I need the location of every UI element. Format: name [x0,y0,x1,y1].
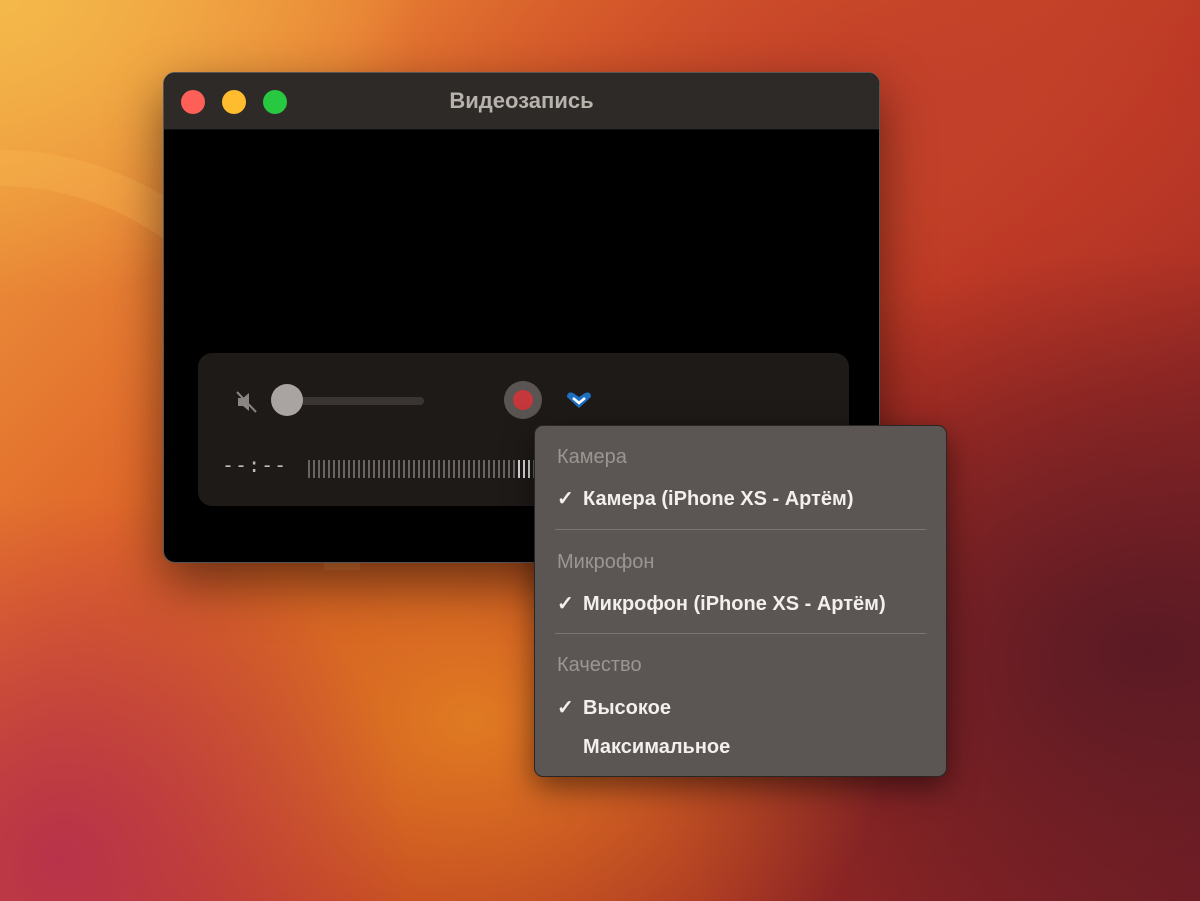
meter-bar [343,460,345,478]
meter-bar [318,460,320,478]
meter-bar [513,460,515,478]
meter-bar [308,460,310,478]
menu-item-label: Высокое [583,697,671,719]
checkmark-icon: ✓ [557,697,574,719]
menu-item-label: Максимальное [583,736,731,758]
menu-header-quality: Качество [557,654,642,676]
menu-item-quality-max[interactable]: Максимальное [557,736,730,759]
meter-bar [418,460,420,478]
menu-item-camera-iphone[interactable]: ✓ Камера (iPhone XS - Артём) [557,486,854,511]
options-menu: Камера ✓ Камера (iPhone XS - Артём) Микро… [534,425,947,777]
meter-bar [433,460,435,478]
meter-bar [348,460,350,478]
meter-bar [328,460,330,478]
meter-bar [493,460,495,478]
title-bar[interactable]: Видеозапись [164,73,879,130]
volume-slider-knob[interactable] [271,384,303,416]
meter-bar [403,460,405,478]
menu-item-label: Микрофон (iPhone XS - Артём) [583,593,886,615]
meter-bar [438,460,440,478]
meter-bar [323,460,325,478]
meter-bar [398,460,400,478]
meter-bar [423,460,425,478]
meter-bar [363,460,365,478]
speaker-muted-icon[interactable] [234,389,260,415]
checkmark-icon: ✓ [557,488,574,510]
time-display: --:-- [222,453,288,477]
meter-bar [518,460,520,478]
menu-item-microphone-iphone[interactable]: ✓ Микрофон (iPhone XS - Артём) [557,591,886,616]
menu-separator [555,633,926,634]
menu-header-microphone: Микрофон [557,551,655,573]
meter-bar [393,460,395,478]
volume-slider-track[interactable] [284,397,424,405]
meter-bar [333,460,335,478]
meter-bar [488,460,490,478]
menu-separator [555,529,926,530]
meter-bar [373,460,375,478]
meter-bar [468,460,470,478]
chevron-down-icon[interactable] [564,389,594,411]
meter-bar [483,460,485,478]
meter-bar [338,460,340,478]
meter-bar [413,460,415,478]
meter-bar [478,460,480,478]
meter-bar [378,460,380,478]
menu-item-label: Камера (iPhone XS - Артём) [583,488,854,510]
meter-bar [443,460,445,478]
meter-bar [453,460,455,478]
meter-bar [368,460,370,478]
meter-bar [428,460,430,478]
meter-bar [508,460,510,478]
menu-item-quality-high[interactable]: ✓ Высокое [557,695,671,720]
menu-header-camera: Камера [557,446,627,468]
checkmark-icon: ✓ [557,593,574,615]
meter-bar [388,460,390,478]
meter-bar [448,460,450,478]
window-title: Видеозапись [449,88,594,113]
meter-bar [358,460,360,478]
meter-bar [408,460,410,478]
meter-bar [313,460,315,478]
meter-bar [463,460,465,478]
record-button[interactable] [504,381,542,419]
meter-bar [503,460,505,478]
meter-bar [528,460,530,478]
audio-level-meter [308,460,535,478]
meter-bar [458,460,460,478]
meter-bar [353,460,355,478]
meter-bar [473,460,475,478]
meter-bar [498,460,500,478]
meter-bar [523,460,525,478]
meter-bar [383,460,385,478]
